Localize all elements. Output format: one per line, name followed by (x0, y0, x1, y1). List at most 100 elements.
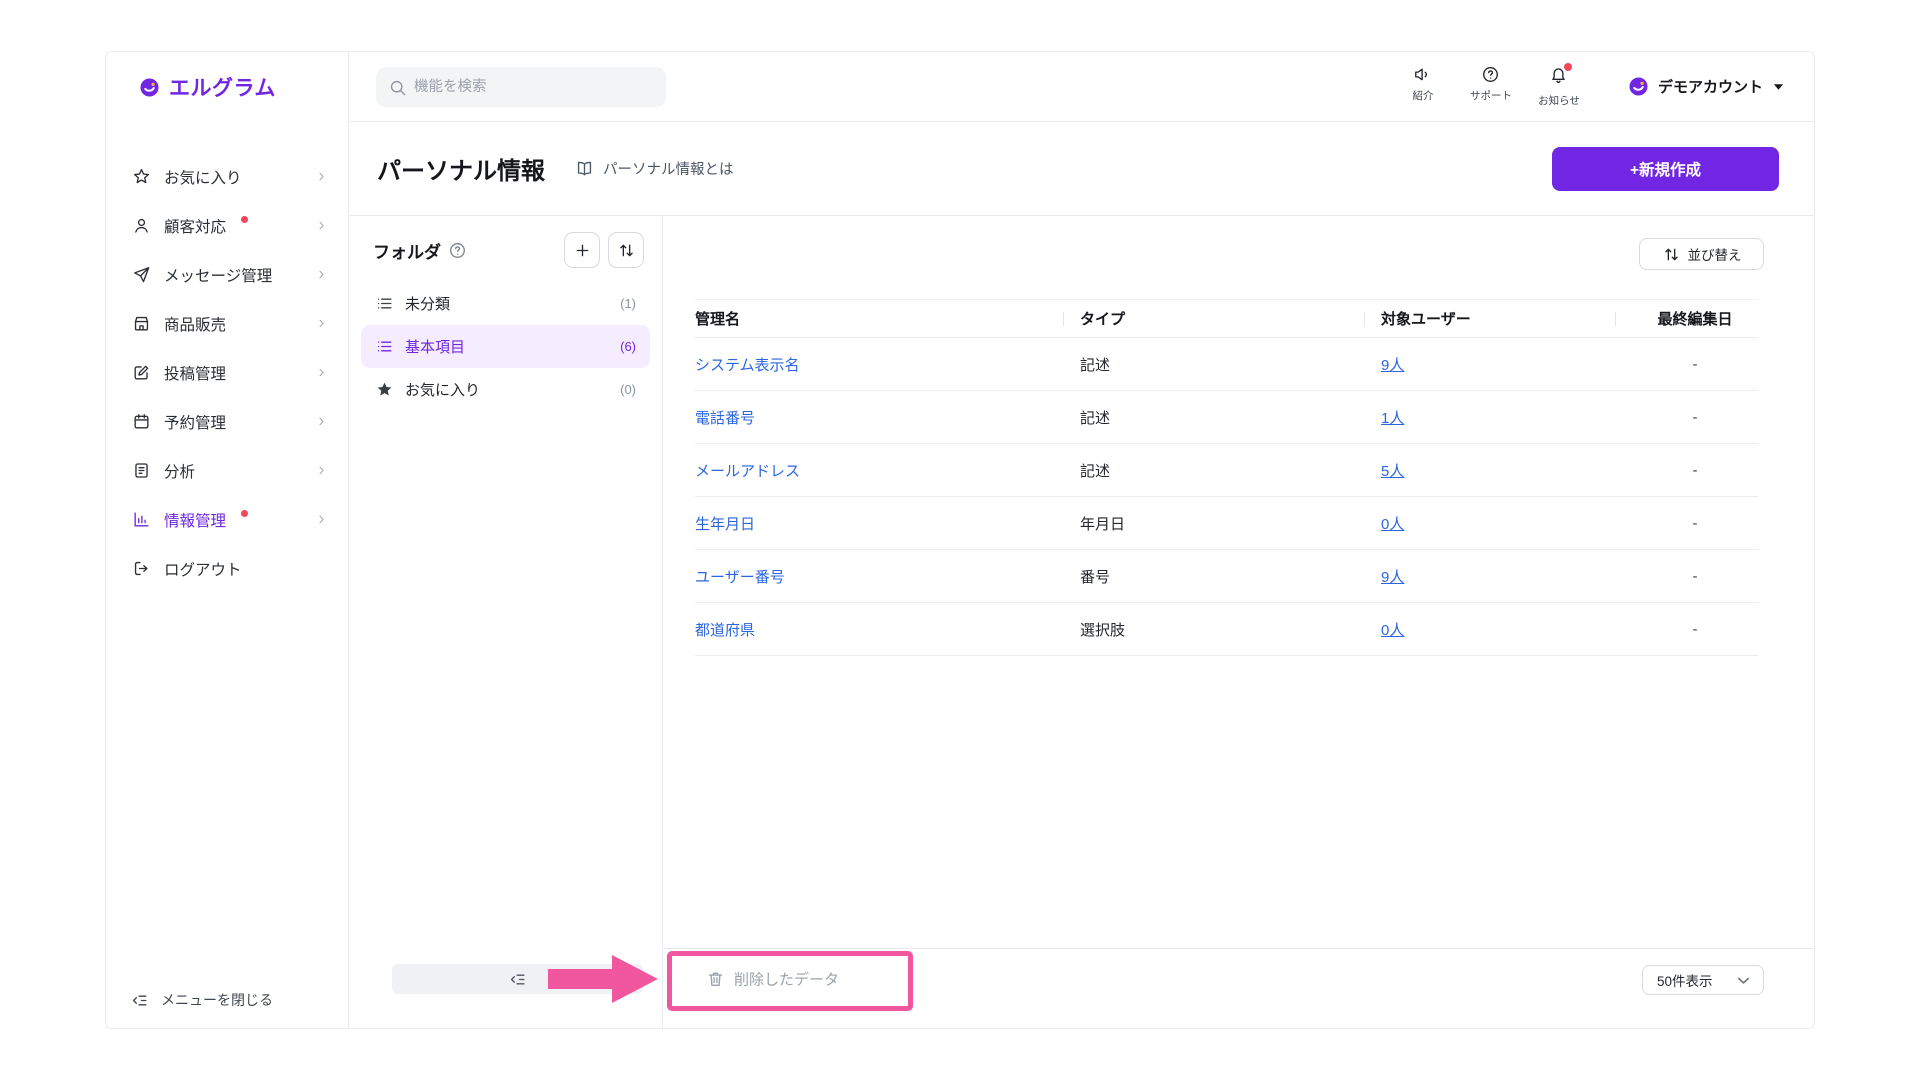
row-edited: - (1692, 514, 1698, 532)
add-folder-button[interactable] (564, 232, 600, 268)
folder-item-uncategorized[interactable]: 未分類 (1) (361, 282, 650, 325)
folder-label: お気に入り (405, 382, 481, 399)
person-icon (132, 216, 151, 235)
collapse-menu-icon (130, 991, 149, 1010)
top-actions: 紹介 サポート お知らせ (1401, 63, 1581, 108)
sidebar-item-label: ログアウト (164, 561, 242, 579)
folder-count: (0) (620, 382, 636, 397)
alert-dot (241, 510, 249, 517)
table-row: システム表示名 記述 9人 - (695, 338, 1758, 391)
chevron-down-icon (1734, 971, 1753, 990)
table-row: 生年月日 年月日 0人 - (695, 497, 1758, 550)
row-users-link[interactable]: 0人 (1381, 516, 1404, 533)
top-bar: 紹介 サポート お知らせ デモアカウント (348, 52, 1814, 122)
folder-item-basic[interactable]: 基本項目 (6) (361, 325, 650, 368)
chevron-right-icon (315, 513, 328, 526)
folder-label: 基本項目 (405, 339, 466, 356)
close-menu-button[interactable]: メニューを閉じる (130, 990, 273, 1010)
account-name: デモアカウント (1657, 79, 1763, 96)
row-name-link[interactable]: ユーザー番号 (695, 566, 785, 587)
sidebar-item-logout[interactable]: ログアウト (106, 544, 348, 593)
folders-panel: フォルダ 未分類 (1) 基本項目 (6) お気に入り (0) (349, 216, 663, 1028)
account-menu[interactable]: デモアカウント (1629, 76, 1784, 97)
row-name-link[interactable]: 生年月日 (695, 513, 755, 534)
row-name-link[interactable]: システム表示名 (695, 354, 800, 375)
book-icon (575, 159, 594, 178)
notifications-button[interactable]: お知らせ (1537, 63, 1581, 108)
folders-help-icon[interactable] (448, 241, 467, 260)
sort-folders-button[interactable] (608, 232, 644, 268)
folders-header: フォルダ (349, 216, 662, 276)
create-new-button[interactable]: +新規作成 (1552, 146, 1779, 191)
row-edited: - (1692, 355, 1698, 373)
row-name-link[interactable]: 都道府県 (695, 619, 755, 640)
sort-table-label: 並び替え (1687, 248, 1742, 263)
referral-label: 紹介 (1412, 90, 1434, 102)
notification-badge-dot (1564, 63, 1573, 71)
row-users-link[interactable]: 1人 (1381, 410, 1404, 427)
content: フォルダ 未分類 (1) 基本項目 (6) お気に入り (0) 並び替え 管理名… (349, 215, 1814, 1028)
calendar-icon (132, 412, 151, 431)
support-button[interactable]: サポート (1469, 65, 1513, 103)
page-size-select[interactable]: 50件表示 (1642, 965, 1764, 995)
sidebar-item-label: 情報管理 (164, 512, 227, 530)
send-icon (132, 265, 151, 284)
caret-down-icon (1773, 83, 1784, 91)
star-icon (132, 167, 151, 186)
column-header: 最終編集日 (1657, 311, 1733, 328)
avatar (1629, 77, 1648, 96)
table-header-row: 管理名 タイプ 対象ユーザー 最終編集日 (695, 299, 1758, 338)
row-name-link[interactable]: 電話番号 (695, 407, 755, 428)
search-input[interactable] (376, 66, 666, 107)
row-name-link[interactable]: メールアドレス (695, 460, 800, 481)
bar-chart-icon (132, 510, 151, 529)
folder-item-favorites[interactable]: お気に入り (0) (361, 368, 650, 411)
sidebar-item-reservations[interactable]: 予約管理 (106, 397, 348, 446)
row-edited: - (1692, 620, 1698, 638)
sidebar-item-customer-support[interactable]: 顧客対応 (106, 201, 348, 250)
report-icon (132, 461, 151, 480)
sidebar-item-info-management[interactable]: 情報管理 (106, 495, 348, 544)
column-header: タイプ (1080, 308, 1381, 329)
row-type: 記述 (1080, 356, 1111, 374)
sidebar-item-label: 投稿管理 (164, 365, 227, 383)
row-edited: - (1692, 567, 1698, 585)
page-title: パーソナル情報 (377, 158, 545, 185)
sidebar-item-analytics[interactable]: 分析 (106, 446, 348, 495)
folder-count: (1) (620, 296, 636, 311)
referral-button[interactable]: 紹介 (1401, 65, 1445, 103)
sort-arrows-icon (617, 241, 636, 260)
sidebar-item-posts[interactable]: 投稿管理 (106, 348, 348, 397)
logout-icon (132, 559, 151, 578)
storefront-icon (132, 314, 151, 333)
bell-wrap (1549, 63, 1573, 89)
page-header: パーソナル情報 パーソナル情報とは +新規作成 (349, 122, 1814, 215)
column-header: 対象ユーザー (1381, 308, 1632, 329)
help-circle-icon (1481, 65, 1500, 84)
app-window: エルグラム 紹介 サポート (105, 51, 1815, 1029)
chevron-right-icon (315, 268, 328, 281)
screenshot-canvas: エルグラム 紹介 サポート (0, 0, 1920, 1080)
row-users-link[interactable]: 9人 (1381, 569, 1404, 586)
table-row: 都道府県 選択肢 0人 - (695, 603, 1758, 656)
chevron-right-icon (315, 415, 328, 428)
plus-icon (573, 241, 592, 260)
row-users-link[interactable]: 5人 (1381, 463, 1404, 480)
sidebar-item-favorites[interactable]: お気に入り (106, 152, 348, 201)
sidebar-item-label: メッセージ管理 (164, 267, 273, 285)
sort-table-button[interactable]: 並び替え (1639, 238, 1764, 270)
row-users-link[interactable]: 9人 (1381, 357, 1404, 374)
sidebar-item-sales[interactable]: 商品販売 (106, 299, 348, 348)
row-type: 選択肢 (1080, 621, 1126, 639)
row-edited: - (1692, 461, 1698, 479)
annotation-arrow (548, 955, 658, 1003)
folders-actions (564, 232, 644, 268)
row-type: 記述 (1080, 462, 1111, 480)
table-row: メールアドレス 記述 5人 - (695, 444, 1758, 497)
alert-dot (241, 216, 249, 223)
sidebar-item-messages[interactable]: メッセージ管理 (106, 250, 348, 299)
brand-logo-icon (140, 78, 159, 97)
row-users-link[interactable]: 0人 (1381, 622, 1404, 639)
page-help-link[interactable]: パーソナル情報とは (575, 158, 734, 179)
chevron-right-icon (315, 464, 328, 477)
